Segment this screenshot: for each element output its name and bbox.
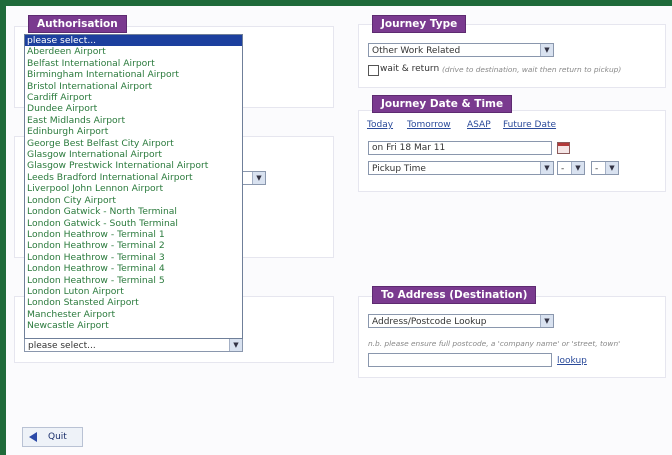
quit-label: Quit bbox=[48, 432, 67, 442]
dropdown-option[interactable]: Manchester Airport bbox=[25, 309, 242, 320]
dropdown-option[interactable]: Birmingham International Airport bbox=[25, 69, 242, 80]
dropdown-option[interactable]: London Luton Airport bbox=[25, 286, 242, 297]
chevron-down-icon: ▼ bbox=[540, 44, 553, 56]
airport-select-value: please select... bbox=[28, 341, 96, 351]
authorisation-heading: Authorisation bbox=[28, 15, 127, 33]
dropdown-option[interactable]: Aberdeen Airport bbox=[25, 46, 242, 57]
airport-select[interactable]: please select... ▼ bbox=[24, 338, 243, 352]
tomorrow-link[interactable]: Tomorrow bbox=[407, 120, 451, 130]
calendar-icon[interactable] bbox=[557, 142, 570, 154]
chevron-down-icon: ▼ bbox=[540, 162, 553, 174]
destination-hint: n.b. please ensure full postcode, a 'com… bbox=[368, 339, 621, 348]
hour-select[interactable]: - ▼ bbox=[557, 161, 585, 175]
journey-date-heading: Journey Date & Time bbox=[372, 95, 513, 113]
dropdown-option[interactable]: London Gatwick - South Terminal bbox=[25, 218, 242, 229]
chevron-down-icon: ▼ bbox=[605, 162, 618, 174]
destination-heading: To Address (Destination) bbox=[372, 286, 537, 304]
dropdown-option[interactable]: Dundee Airport bbox=[25, 103, 242, 114]
chevron-down-icon: ▼ bbox=[252, 172, 265, 184]
chevron-down-icon: ▼ bbox=[540, 315, 553, 327]
dropdown-option[interactable]: George Best Belfast City Airport bbox=[25, 138, 242, 149]
dropdown-option[interactable]: London Heathrow - Terminal 3 bbox=[25, 252, 242, 263]
dropdown-option[interactable]: Newcastle Airport bbox=[25, 320, 242, 331]
dropdown-option[interactable]: London Heathrow - Terminal 1 bbox=[25, 229, 242, 240]
dropdown-option[interactable]: London City Airport bbox=[25, 195, 242, 206]
wait-return-hint: (drive to destination, wait then return … bbox=[442, 65, 622, 74]
dropdown-option[interactable]: Edinburgh Airport bbox=[25, 126, 242, 137]
journey-date-input[interactable]: on Fri 18 Mar 11 bbox=[368, 141, 552, 155]
dropdown-option[interactable]: Liverpool John Lennon Airport bbox=[25, 183, 242, 194]
journey-date-value: on Fri 18 Mar 11 bbox=[372, 143, 446, 153]
dropdown-option[interactable]: Belfast International Airport bbox=[25, 58, 242, 69]
dropdown-option[interactable]: Cardiff Airport bbox=[25, 92, 242, 103]
back-arrow-icon bbox=[29, 432, 37, 442]
dropdown-option[interactable]: London Heathrow - Terminal 5 bbox=[25, 275, 242, 286]
airport-dropdown-list[interactable]: please select... Aberdeen Airport Belfast … bbox=[24, 34, 243, 339]
destination-lookup-select[interactable]: Address/Postcode Lookup ▼ bbox=[368, 314, 554, 328]
dropdown-option[interactable]: East Midlands Airport bbox=[25, 115, 242, 126]
destination-input[interactable] bbox=[368, 353, 552, 367]
dropdown-option[interactable]: Glasgow International Airport bbox=[25, 149, 242, 160]
dropdown-option[interactable]: London Stansted Airport bbox=[25, 297, 242, 308]
dropdown-option[interactable]: Bristol International Airport bbox=[25, 81, 242, 92]
dropdown-option[interactable]: Glasgow Prestwick International Airport bbox=[25, 160, 242, 171]
journey-type-select[interactable]: Other Work Related ▼ bbox=[368, 43, 554, 57]
wait-return-checkbox[interactable] bbox=[368, 65, 379, 76]
dropdown-option[interactable]: please select... bbox=[25, 35, 242, 47]
wait-return-label: wait & return bbox=[380, 64, 440, 74]
lookup-link[interactable]: lookup bbox=[557, 356, 587, 366]
today-link[interactable]: Today bbox=[367, 120, 393, 130]
dropdown-option[interactable]: London Gatwick - North Terminal bbox=[25, 206, 242, 217]
dropdown-option[interactable]: London Heathrow - Terminal 2 bbox=[25, 240, 242, 251]
journey-type-value: Other Work Related bbox=[372, 46, 461, 56]
hour-value: - bbox=[561, 164, 565, 174]
future-date-link[interactable]: Future Date bbox=[503, 120, 556, 130]
dropdown-option[interactable]: Leeds Bradford International Airport bbox=[25, 172, 242, 183]
destination-lookup-value: Address/Postcode Lookup bbox=[372, 317, 487, 327]
quit-button[interactable]: Quit bbox=[22, 427, 83, 447]
minute-value: - bbox=[595, 164, 599, 174]
minute-select[interactable]: - ▼ bbox=[591, 161, 619, 175]
page: Authorisation ▼ please select... ▼ pleas… bbox=[6, 6, 672, 455]
journey-type-heading: Journey Type bbox=[372, 15, 467, 33]
chevron-down-icon: ▼ bbox=[229, 339, 242, 351]
pickup-time-select[interactable]: Pickup Time ▼ bbox=[368, 161, 554, 175]
asap-link[interactable]: ASAP bbox=[467, 120, 491, 130]
dropdown-option[interactable]: London Heathrow - Terminal 4 bbox=[25, 263, 242, 274]
pickup-time-value: Pickup Time bbox=[372, 164, 426, 174]
chevron-down-icon: ▼ bbox=[571, 162, 584, 174]
